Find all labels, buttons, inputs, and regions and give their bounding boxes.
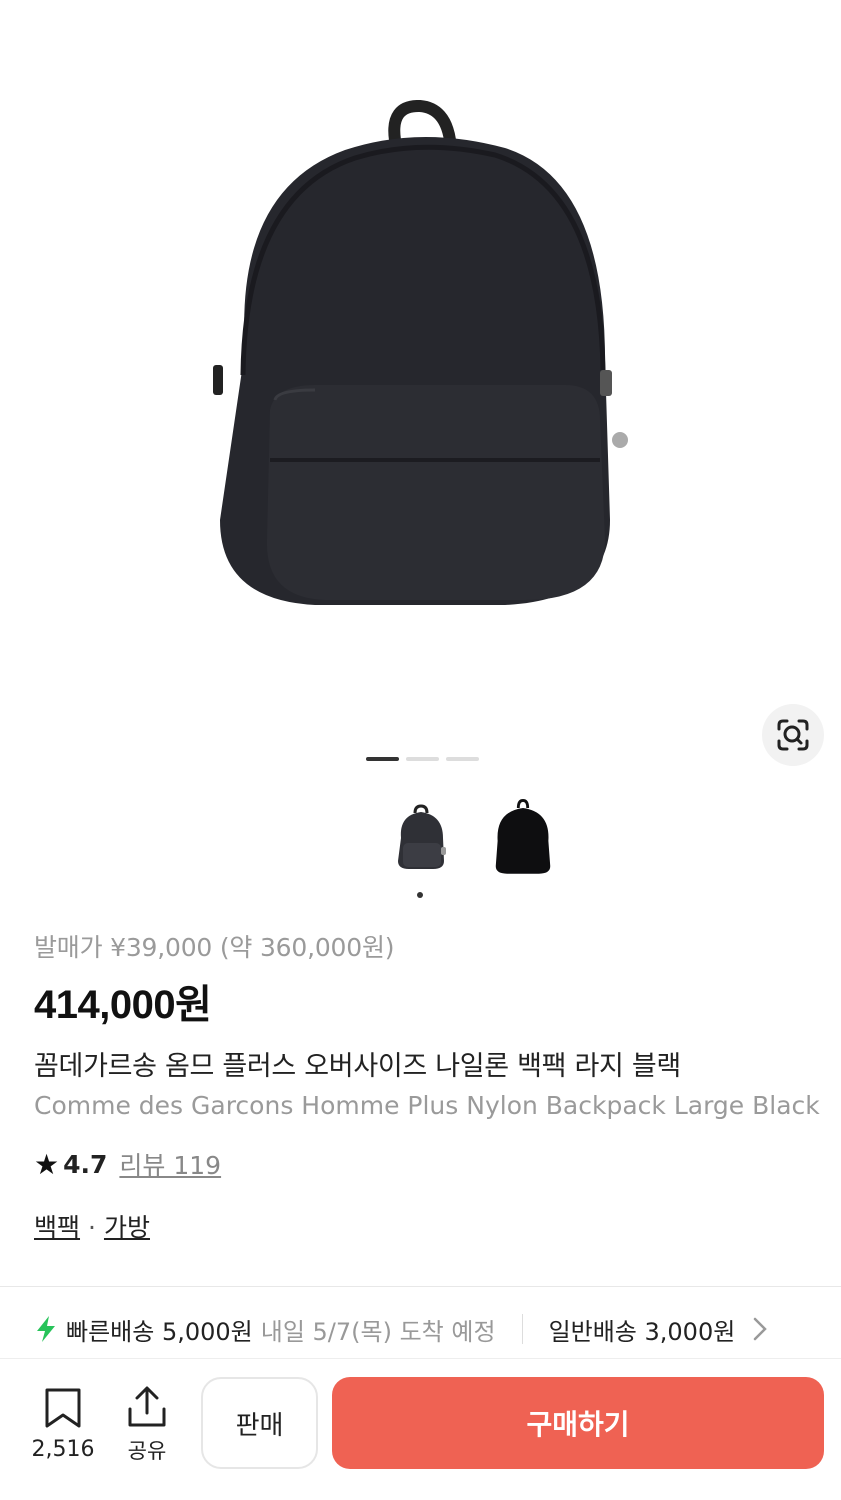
lens-search-button[interactable]	[762, 704, 824, 766]
bookmark-count: 2,516	[31, 1437, 95, 1462]
product-image-gallery[interactable]	[0, 0, 841, 790]
share-icon	[128, 1386, 166, 1427]
product-info: 발매가 ¥39,000 (약 360,000원) 414,000원 꼼데가르송 …	[34, 928, 829, 1244]
price: 414,000원	[34, 983, 212, 1027]
bookmark-icon	[45, 1388, 81, 1428]
share-button[interactable]: 공유	[122, 1385, 172, 1465]
bookmark-button[interactable]: 2,516	[30, 1387, 96, 1462]
reviews-link[interactable]: 리뷰 119	[119, 1146, 221, 1182]
product-title-ko: 꼼데가르송 옴므 플러스 오버사이즈 나일론 백팩 라지 블랙	[34, 1051, 681, 1082]
fast-shipping-label: 빠른배송 5,000원	[66, 1317, 253, 1346]
bottom-action-bar: 2,516 공유 판매 구매하기	[0, 1358, 841, 1500]
category-breadcrumb: 백팩 · 가방	[34, 1208, 829, 1244]
backpack-side-thumbnail[interactable]	[390, 796, 452, 880]
fast-shipping-date: 내일 5/7(목) 도착 예정	[260, 1317, 496, 1346]
share-label: 공유	[127, 1439, 167, 1463]
pager-indicator	[446, 757, 479, 761]
backpack-main-image	[213, 100, 628, 605]
chevron-right-icon	[754, 1317, 768, 1341]
sell-button[interactable]: 판매	[201, 1377, 318, 1469]
product-title-en: Comme des Garcons Homme Plus Nylon Backp…	[34, 1091, 820, 1120]
category-link-bag[interactable]: 가방	[104, 1213, 150, 1242]
thumbnail-indicator	[417, 892, 423, 898]
release-price: 발매가 ¥39,000 (약 360,000원)	[34, 933, 395, 962]
backpack-front-thumbnail[interactable]	[492, 796, 554, 880]
category-separator: ·	[88, 1213, 96, 1242]
rating-score: 4.7	[63, 1149, 108, 1179]
star-icon: ★	[34, 1147, 60, 1181]
lightning-icon	[37, 1316, 55, 1342]
rating-row: ★ 4.7 리뷰 119	[34, 1146, 829, 1182]
pager-indicator-active	[366, 757, 399, 761]
buy-button[interactable]: 구매하기	[332, 1377, 824, 1469]
shipping-separator	[521, 1314, 523, 1344]
divider	[0, 1286, 841, 1287]
normal-shipping-label: 일반배송 3,000원	[548, 1317, 736, 1346]
category-link-backpack[interactable]: 백팩	[34, 1213, 80, 1242]
lens-search-icon	[777, 719, 809, 751]
shipping-options[interactable]: 빠른배송 5,000원 내일 5/7(목) 도착 예정 일반배송 3,000원	[34, 1306, 824, 1352]
image-pager	[366, 757, 479, 761]
pager-indicator	[406, 757, 439, 761]
thumbnail-list	[390, 796, 554, 880]
